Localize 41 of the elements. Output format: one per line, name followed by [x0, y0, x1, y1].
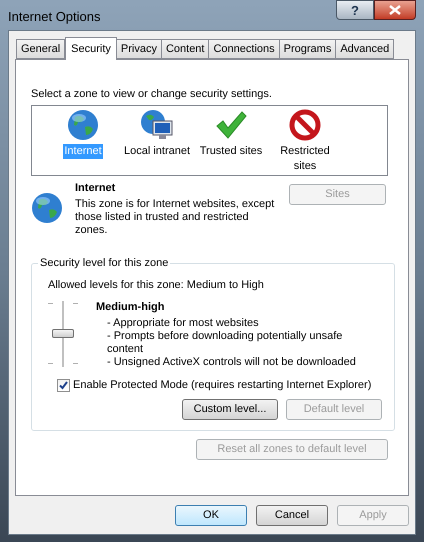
zone-item[interactable]: Trusted sites [196, 108, 266, 158]
tab[interactable]: Programs [280, 39, 336, 59]
group-legend: Security level for this zone [38, 256, 170, 271]
tab[interactable]: Advanced [336, 39, 394, 59]
zone-label: Local intranet [122, 144, 192, 158]
zone-title: Internet [75, 180, 116, 196]
zone-label: Restricted sites [279, 144, 331, 174]
allowed-levels: Allowed levels for this zone: Medium to High [48, 278, 265, 293]
help-button[interactable]: ? [336, 0, 374, 20]
level-button[interactable]: Custom level... [182, 398, 278, 420]
dialog-button[interactable]: OK [175, 505, 247, 526]
checkbox-label: Enable Protected Mode (requires restarting Internet Explorer) [73, 378, 372, 393]
zone-label: Internet [63, 144, 103, 158]
zone-description: This zone is for Internet websites, except those listed in trusted and restricted zones. [75, 198, 275, 237]
level-description: - Unsigned ActiveX controls will not be downloaded [107, 356, 357, 369]
level-description: - Appropriate for most websites [107, 317, 260, 330]
no-entry-icon [289, 108, 321, 140]
checkbox[interactable] [57, 378, 70, 392]
level-name: Medium-high [96, 300, 166, 314]
zone-prompt: Select a zone to view or change security settings. [31, 87, 273, 102]
dialog-button[interactable]: Cancel [256, 505, 328, 526]
tab[interactable]: Privacy [116, 39, 162, 59]
check-icon [59, 380, 68, 390]
tab[interactable]: Connections [209, 39, 280, 59]
close-button[interactable] [374, 0, 416, 20]
tab[interactable]: Security [65, 37, 117, 60]
checkmark-icon [215, 108, 247, 140]
close-icon [389, 5, 401, 15]
security-slider[interactable] [48, 298, 78, 368]
globe-computer-icon [140, 108, 174, 140]
globe-icon [67, 108, 99, 140]
zone-item[interactable]: Local intranet [122, 108, 192, 158]
protected-mode-checkbox[interactable]: Enable Protected Mode (requires restarting Internet Explorer) [57, 377, 394, 394]
globe-icon [31, 192, 63, 224]
window-title: Internet Options [8, 8, 100, 26]
zone-label: Trusted sites [198, 144, 264, 158]
tab[interactable]: Content [162, 39, 210, 59]
zone-item[interactable]: Restricted sites [270, 108, 340, 174]
slider-thumb[interactable] [52, 328, 74, 338]
level-description: - Prompts before downloading potentially unsafe content [107, 330, 344, 356]
tab[interactable]: General [16, 39, 66, 59]
